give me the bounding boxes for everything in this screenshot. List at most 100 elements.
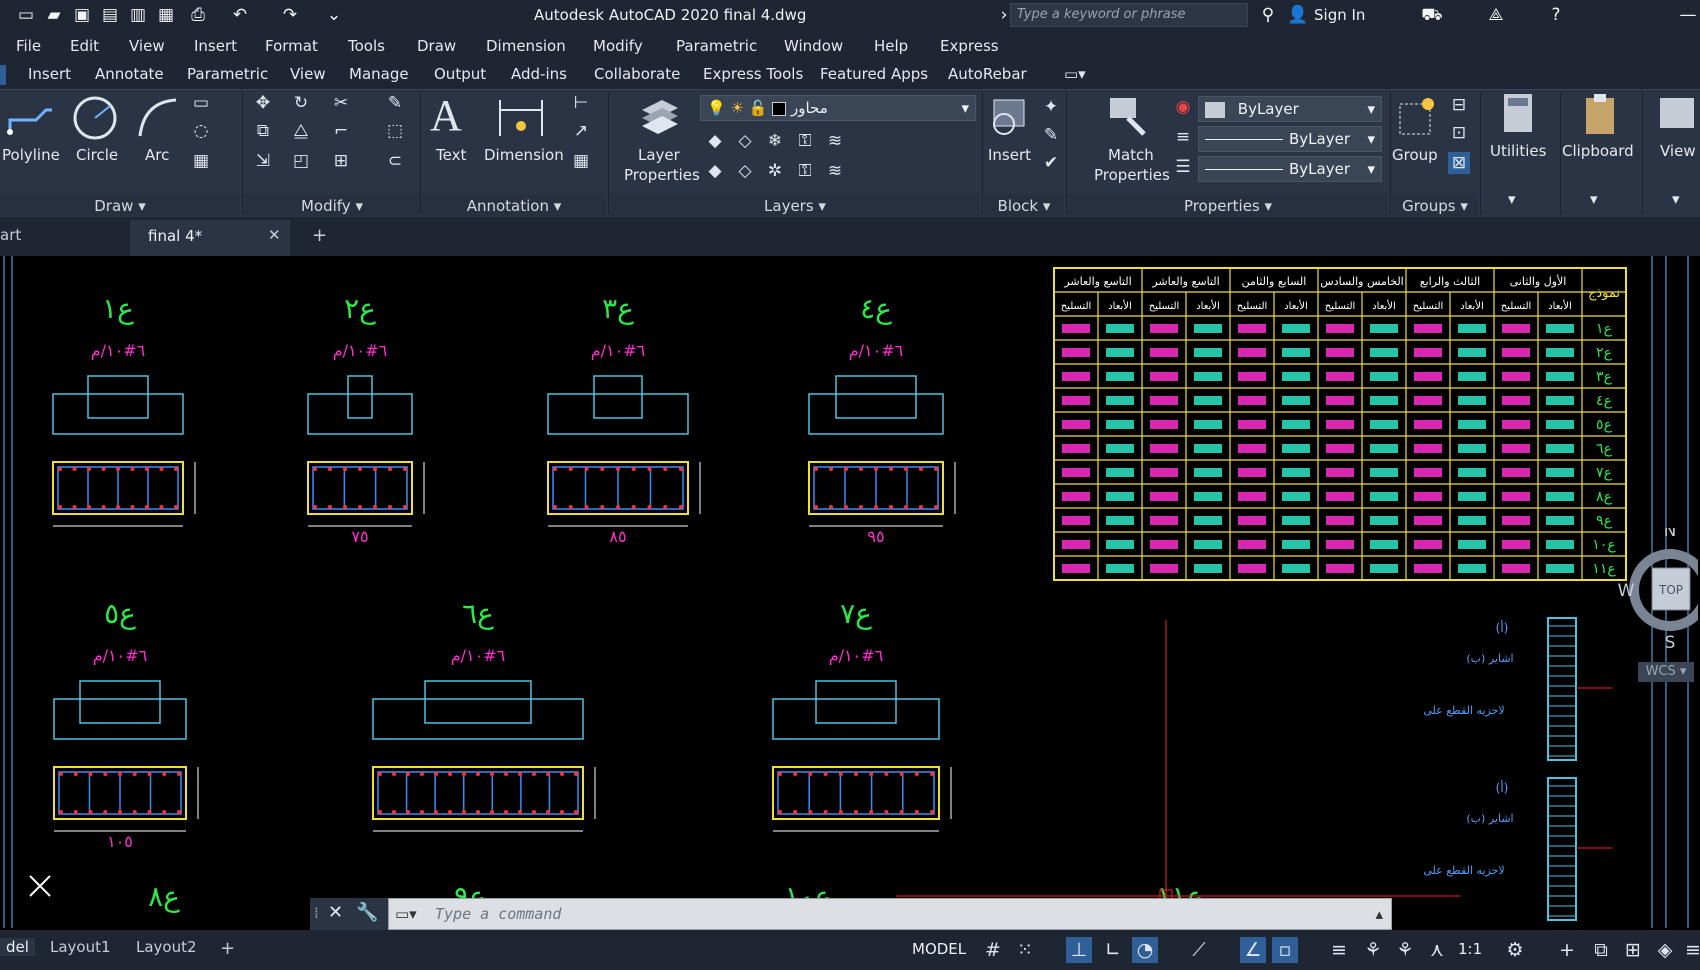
layer-unlock-icon[interactable]: ⚿	[794, 160, 816, 182]
trim-icon[interactable]: ✂	[330, 92, 352, 114]
drawing-canvas[interactable]: ع١ ٦#١٠/م ع٢ ٦#١٠/م ٧٥ ع٣ ٦#١٠/م ٨٥ ع٤ ٦#١٠/م ٩٥ ع٥…	[0, 256, 1700, 928]
close-icon[interactable]: ✕	[328, 902, 343, 923]
view-icon[interactable]	[1656, 92, 1696, 136]
copy-icon[interactable]: ⧉	[252, 120, 274, 142]
grip-icon[interactable]: ⁞	[314, 904, 319, 922]
view-dropdown-icon[interactable]: ▾	[1672, 190, 1680, 208]
drawing-svg[interactable]: ع١ ٦#١٠/م ع٢ ٦#١٠/م ٧٥ ع٣ ٦#١٠/م ٨٥ ع٤ ٦#١٠/م ٩٥ ع٥…	[0, 256, 1700, 928]
view-label[interactable]: View	[1660, 142, 1696, 160]
save-icon[interactable]: ▣	[70, 4, 94, 26]
layer-on-icon[interactable]: ◆	[704, 160, 726, 182]
hatch-icon[interactable]: ◌	[190, 120, 212, 142]
layer-properties-icon[interactable]	[636, 94, 682, 138]
layer-thaw-icon[interactable]: ✲	[764, 160, 786, 182]
menu-tools[interactable]: Tools	[348, 37, 385, 55]
infer-constraints-icon[interactable]: ⊥	[1066, 937, 1092, 963]
grid-icon[interactable]: #	[980, 937, 1006, 963]
linetype-dropdown[interactable]: ByLayer ▾	[1198, 126, 1382, 152]
utilities-label[interactable]: Utilities	[1490, 142, 1546, 160]
text-icon[interactable]: A	[430, 90, 462, 141]
object-snap-icon[interactable]: ▫	[1272, 937, 1298, 963]
groups-panel-title[interactable]: Groups ▾	[1392, 197, 1478, 215]
tab-add-ins[interactable]: Add-ins	[511, 65, 567, 83]
color-wheel-icon[interactable]: ◉	[1172, 96, 1194, 118]
polyline-label[interactable]: Polyline	[2, 146, 60, 164]
utilities-icon[interactable]	[1498, 92, 1538, 136]
quick-properties-icon[interactable]: ⊞	[1620, 937, 1646, 963]
help-icon[interactable]: ?	[1544, 4, 1568, 26]
annotation-scale-icon[interactable]: ⋏	[1424, 937, 1450, 963]
clipboard-label[interactable]: Clipboard	[1562, 142, 1634, 160]
layer-properties-label-2[interactable]: Properties	[624, 166, 700, 184]
tab-annotate[interactable]: Annotate	[95, 65, 164, 83]
cart-icon[interactable]: ⛟	[1420, 4, 1444, 26]
stretch-icon[interactable]: ⇲	[252, 150, 274, 172]
layer-dropdown[interactable]: 💡 ☀ 🔓 محاور ▾	[700, 95, 976, 121]
object-snap-tracking-icon[interactable]: ∠	[1240, 937, 1266, 963]
modify-panel-title[interactable]: Modify ▾	[244, 197, 420, 215]
insert-block-icon[interactable]	[988, 94, 1034, 138]
tab-layout2[interactable]: Layout2	[136, 938, 197, 956]
annotation-visibility-icon[interactable]: ⚘	[1360, 937, 1386, 963]
scale-dropdown[interactable]: 1:1	[1458, 940, 1482, 958]
scale-icon[interactable]: ◰	[290, 150, 312, 172]
match-properties-label-1[interactable]: Match	[1108, 146, 1154, 164]
save-web-icon[interactable]: ▦	[154, 4, 178, 26]
tab-express-tools[interactable]: Express Tools	[703, 65, 803, 83]
group-selection-icon[interactable]: ⊠	[1448, 152, 1470, 174]
isodraft-icon[interactable]: ⟋	[1186, 937, 1212, 963]
tab-parametric[interactable]: Parametric	[187, 65, 268, 83]
text-label[interactable]: Text	[436, 146, 466, 164]
layers-panel-title[interactable]: Layers ▾	[610, 197, 980, 215]
tab-layout1[interactable]: Layout1	[50, 938, 111, 956]
mirror-icon[interactable]: ⧋	[290, 120, 312, 142]
layer-unisolate-icon[interactable]: ◇	[734, 160, 756, 182]
match-properties-icon[interactable]	[1104, 94, 1150, 138]
menu-draw[interactable]: Draw	[417, 37, 456, 55]
isolate-objects-icon[interactable]: ◈	[1652, 937, 1678, 963]
tab-autorebar[interactable]: AutoRebar	[948, 65, 1027, 83]
close-icon[interactable]: ✕	[268, 226, 281, 244]
dimension-label[interactable]: Dimension	[484, 146, 564, 164]
sign-in-button[interactable]: Sign In	[1314, 6, 1365, 24]
region-icon[interactable]: ▦	[190, 150, 212, 172]
properties-panel-title[interactable]: Properties ▾	[1068, 197, 1388, 215]
layer-lock-icon[interactable]: ⚿	[794, 130, 816, 152]
snap-icon[interactable]: ⁙	[1012, 937, 1038, 963]
add-icon[interactable]: +	[1554, 937, 1580, 963]
menu-express[interactable]: Express	[940, 37, 999, 55]
wrench-icon[interactable]: 🔧	[356, 902, 378, 923]
tab-featured-apps[interactable]: Featured Apps	[820, 65, 928, 83]
ribbon-toggle-icon[interactable]: ▭▾	[1064, 65, 1086, 83]
model-space-toggle[interactable]: MODEL	[912, 940, 966, 958]
autodesk-icon[interactable]: ⟁	[1484, 4, 1508, 26]
open-file-icon[interactable]: ▰	[42, 4, 66, 26]
undo-icon[interactable]: ↶	[228, 4, 252, 26]
layer-off-icon[interactable]: ◆	[704, 130, 726, 152]
edit-block-icon[interactable]: ✎	[1040, 124, 1062, 146]
group-icon[interactable]	[1396, 94, 1440, 138]
group-edit-icon[interactable]: ⊡	[1448, 122, 1470, 144]
layer-walk-icon[interactable]: ≋	[824, 160, 846, 182]
create-block-icon[interactable]: ✦	[1040, 96, 1062, 118]
save-as-icon[interactable]: ▤	[98, 4, 122, 26]
tab-output[interactable]: Output	[434, 65, 486, 83]
block-panel-title[interactable]: Block ▾	[984, 197, 1064, 215]
draw-panel-title[interactable]: Draw ▾	[0, 197, 240, 215]
new-file-icon[interactable]: ▭	[14, 4, 38, 26]
lineweight-dropdown[interactable]: ByLayer ▾	[1198, 156, 1382, 182]
tab-start[interactable]: art	[0, 226, 21, 244]
leader-icon[interactable]: ↗	[570, 120, 592, 142]
customize-icon[interactable]: ≡	[1680, 937, 1700, 963]
menu-file[interactable]: File	[16, 37, 41, 55]
command-history-icon[interactable]: ▴	[1375, 905, 1383, 923]
polyline-icon[interactable]	[6, 96, 56, 140]
group-label[interactable]: Group	[1392, 146, 1438, 164]
wcs-dropdown[interactable]: WCS ▾	[1638, 662, 1694, 682]
lineweight-display-icon[interactable]: ≡	[1326, 937, 1352, 963]
linetype-icon[interactable]: ☰	[1172, 156, 1194, 178]
insert-label[interactable]: Insert	[988, 146, 1031, 164]
rotate-icon[interactable]: ↻	[290, 92, 312, 114]
table-icon[interactable]: ▦	[570, 150, 592, 172]
plot-icon[interactable]: ⎙	[186, 4, 210, 26]
